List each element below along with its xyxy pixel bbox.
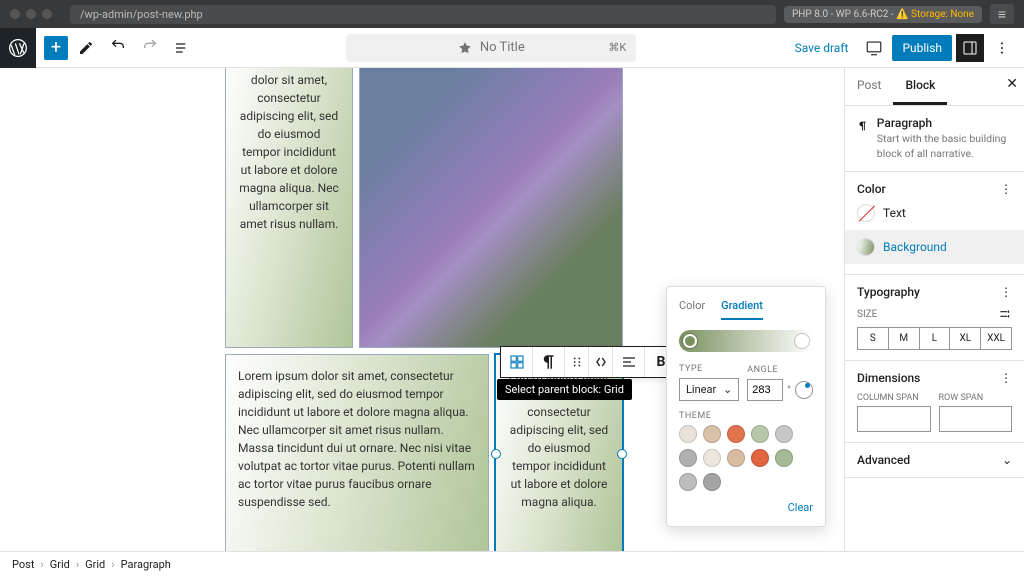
color-tab[interactable]: Color xyxy=(679,299,705,320)
options-button[interactable] xyxy=(988,34,1016,62)
block-toolbar: B xyxy=(500,346,678,378)
gradient-stop-end[interactable] xyxy=(795,334,809,348)
close-window[interactable] xyxy=(10,9,20,19)
text-color-row[interactable]: Text xyxy=(857,196,1012,230)
undo-button[interactable] xyxy=(104,34,132,62)
row-span-label: ROW SPAN xyxy=(939,393,1013,403)
theme-swatch[interactable] xyxy=(727,449,745,467)
breadcrumb: Post› Grid› Grid› Paragraph xyxy=(0,551,1024,577)
settings-sidebar-toggle[interactable] xyxy=(956,34,984,62)
column-span-input[interactable] xyxy=(857,406,931,432)
close-sidebar-button[interactable]: ✕ xyxy=(1006,76,1018,92)
grid-cell-text[interactable]: dolor sit amet, consectetur adipiscing e… xyxy=(225,68,353,348)
angle-dial[interactable] xyxy=(795,381,813,399)
gradient-stop-start[interactable] xyxy=(683,334,697,348)
grid-cell-image[interactable] xyxy=(359,68,623,348)
wordpress-logo[interactable] xyxy=(0,28,36,68)
settings-sidebar: Post Block ✕ Paragraph Start with the ba… xyxy=(844,68,1024,551)
menu-icon[interactable]: ≡ xyxy=(990,4,1014,24)
post-tab[interactable]: Post xyxy=(845,68,893,105)
size-button-xl[interactable]: XL xyxy=(950,328,981,349)
background-color-swatch xyxy=(857,238,875,256)
size-button-m[interactable]: M xyxy=(889,328,920,349)
command-icon xyxy=(458,41,472,55)
theme-swatch[interactable] xyxy=(703,473,721,491)
dimensions-section-title: Dimensions xyxy=(857,371,920,385)
drag-handle[interactable] xyxy=(565,347,589,377)
breadcrumb-item[interactable]: Post xyxy=(12,558,34,571)
size-button-l[interactable]: L xyxy=(920,328,951,349)
add-block-button[interactable]: + xyxy=(44,36,68,60)
maximize-window[interactable] xyxy=(42,9,52,19)
chevron-down-icon[interactable]: ⌄ xyxy=(1002,453,1012,467)
image-placeholder xyxy=(360,68,622,347)
preview-button[interactable] xyxy=(860,34,888,62)
typography-options-menu[interactable]: ⋮ xyxy=(1000,285,1012,299)
theme-swatches xyxy=(679,425,813,491)
color-options-menu[interactable]: ⋮ xyxy=(1000,182,1012,196)
theme-swatch[interactable] xyxy=(751,425,769,443)
select-parent-button[interactable] xyxy=(501,347,533,377)
save-draft-button[interactable]: Save draft xyxy=(787,41,857,55)
redo-button[interactable] xyxy=(136,34,164,62)
size-label: SIZE xyxy=(857,309,877,320)
advanced-section-title: Advanced xyxy=(857,453,910,467)
gradient-popover: Color Gradient TYPE Linear⌄ ANGLE xyxy=(666,286,826,527)
publish-button[interactable]: Publish xyxy=(892,35,952,61)
size-settings-icon[interactable] xyxy=(998,307,1012,321)
theme-swatch[interactable] xyxy=(703,449,721,467)
theme-swatch[interactable] xyxy=(775,449,793,467)
move-buttons[interactable] xyxy=(589,347,613,377)
breadcrumb-item[interactable]: Grid xyxy=(50,558,70,571)
resize-handle-right[interactable] xyxy=(617,449,627,459)
column-span-label: COLUMN SPAN xyxy=(857,393,931,403)
grid-cell-text[interactable]: Lorem ipsum dolor sit amet, consectetur … xyxy=(225,354,489,551)
color-section-title: Color xyxy=(857,182,886,196)
breadcrumb-item[interactable]: Paragraph xyxy=(121,558,171,571)
gradient-tab[interactable]: Gradient xyxy=(721,299,763,320)
block-description: Start with the basic building block of a… xyxy=(877,132,1012,161)
env-badge: PHP 8.0 - WP 6.6-RC2 - ⚠️ Storage: None xyxy=(784,6,982,23)
theme-swatch[interactable] xyxy=(703,425,721,443)
theme-label: THEME xyxy=(679,411,813,421)
keyboard-shortcut: ⌘K xyxy=(608,41,626,54)
text-color-swatch xyxy=(857,204,875,222)
minimize-window[interactable] xyxy=(26,9,36,19)
angle-label: ANGLE xyxy=(747,365,813,375)
block-name: Paragraph xyxy=(877,116,1012,130)
editor-canvas[interactable]: dolor sit amet, consectetur adipiscing e… xyxy=(0,68,844,551)
background-color-row[interactable]: Background xyxy=(845,230,1024,264)
block-tab[interactable]: Block xyxy=(893,68,947,105)
window-controls xyxy=(10,9,52,19)
size-button-s[interactable]: S xyxy=(858,328,889,349)
paragraph-block-icon[interactable] xyxy=(533,347,565,377)
theme-swatch[interactable] xyxy=(775,425,793,443)
clear-button[interactable]: Clear xyxy=(679,501,813,514)
theme-swatch[interactable] xyxy=(679,473,697,491)
size-button-xxl[interactable]: XXL xyxy=(981,328,1011,349)
resize-handle-left[interactable] xyxy=(491,449,501,459)
edit-mode-button[interactable] xyxy=(72,34,100,62)
typography-section-title: Typography xyxy=(857,285,920,299)
gradient-bar[interactable] xyxy=(679,330,813,352)
theme-swatch[interactable] xyxy=(679,425,697,443)
editor-topbar: + No Title ⌘K Save draft Publish xyxy=(0,28,1024,68)
document-overview-button[interactable] xyxy=(168,34,196,62)
theme-swatch[interactable] xyxy=(751,449,769,467)
url-bar[interactable]: /wp-admin/post-new.php xyxy=(70,5,776,24)
document-title-bar[interactable]: No Title ⌘K xyxy=(346,34,636,62)
breadcrumb-item[interactable]: Grid xyxy=(85,558,105,571)
theme-swatch[interactable] xyxy=(679,449,697,467)
theme-swatch[interactable] xyxy=(727,425,745,443)
dimensions-options-menu[interactable]: ⋮ xyxy=(1000,371,1012,385)
row-span-input[interactable] xyxy=(939,406,1013,432)
gradient-type-select[interactable]: Linear⌄ xyxy=(679,378,739,401)
paragraph-icon xyxy=(857,116,869,136)
tooltip: Select parent block: Grid xyxy=(497,379,632,400)
type-label: TYPE xyxy=(679,364,739,374)
angle-input[interactable] xyxy=(747,379,783,401)
align-button[interactable] xyxy=(613,347,645,377)
browser-chrome: /wp-admin/post-new.php PHP 8.0 - WP 6.6-… xyxy=(0,0,1024,28)
